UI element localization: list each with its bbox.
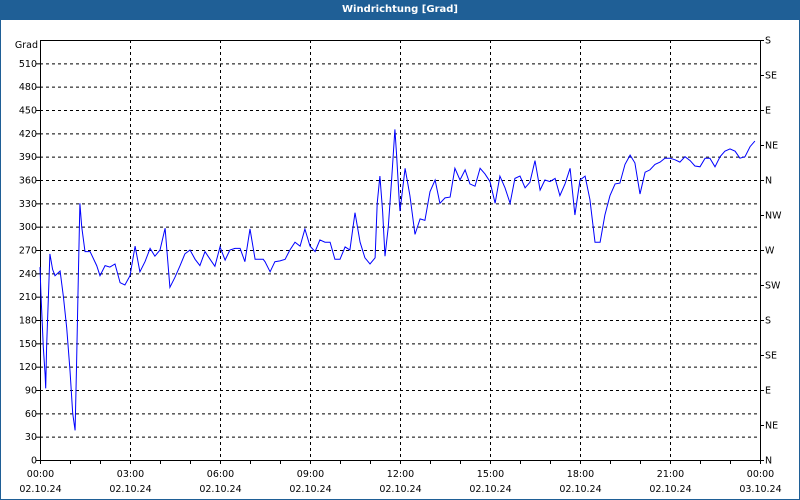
y-axis-label: Grad: [15, 40, 38, 51]
y-tick-label: 60: [25, 409, 37, 420]
right-tick-label: SE: [765, 71, 777, 82]
series-line-windrichtung: [39, 129, 756, 431]
y-tick-label: 180: [19, 316, 37, 327]
x-tick-date: 02.10.24: [199, 484, 241, 495]
y-tick-label: 480: [19, 82, 37, 93]
right-tick-label: NE: [765, 141, 778, 152]
y-tick-label: 30: [25, 432, 37, 443]
x-tick-date: 02.10.24: [19, 484, 61, 495]
right-tick-label: N: [765, 456, 772, 467]
right-tick-label: S: [765, 36, 771, 47]
y-tick-label: 270: [19, 246, 37, 257]
y-tick-label: 240: [19, 269, 37, 280]
right-tick-label: SW: [765, 281, 781, 292]
x-tick-date: 02.10.24: [469, 484, 511, 495]
y-tick-label: 420: [19, 129, 37, 140]
right-tick-label: NE: [765, 421, 778, 432]
x-tick-date: 02.10.24: [649, 484, 691, 495]
y-tick-label: 90: [25, 386, 37, 397]
x-tick-time: 18:00: [567, 469, 594, 480]
x-tick-time: 00:00: [747, 469, 774, 480]
x-tick-time: 21:00: [657, 469, 684, 480]
y-tick-label: 150: [19, 339, 37, 350]
x-tick-date: 02.10.24: [109, 484, 151, 495]
right-tick-label: SE: [765, 351, 777, 362]
right-tick-label: N: [765, 176, 772, 187]
x-tick-time: 00:00: [27, 469, 54, 480]
x-tick-date: 02.10.24: [379, 484, 421, 495]
right-tick-label: W: [765, 246, 775, 257]
y-tick-label: 360: [19, 176, 37, 187]
x-tick-time: 09:00: [297, 469, 324, 480]
right-tick-label: S: [765, 316, 771, 327]
x-tick-date: 02.10.24: [289, 484, 331, 495]
x-tick-time: 15:00: [477, 469, 504, 480]
y-tick-label: 210: [19, 292, 37, 303]
y-tick-label: 330: [19, 199, 37, 210]
y-tick-label: 120: [19, 362, 37, 373]
y-tick-label: 510: [19, 59, 37, 70]
x-tick-time: 12:00: [387, 469, 414, 480]
x-tick-time: 03:00: [117, 469, 144, 480]
y-tick-label: 300: [19, 222, 37, 233]
x-tick-date: 02.10.24: [559, 484, 601, 495]
right-tick-label: E: [765, 386, 771, 397]
y-tick-label: 390: [19, 152, 37, 163]
right-tick-label: NW: [765, 211, 782, 222]
y-tick-label: 0: [31, 456, 37, 467]
x-tick-time: 06:00: [207, 469, 234, 480]
x-tick-date: 03.10.24: [739, 484, 781, 495]
wind-direction-chart: Grad 0 30 60 90 120 150 180 210 240 270 300 330 360 3…: [15, 36, 782, 496]
right-tick-label: E: [765, 106, 771, 117]
y-tick-label: 450: [19, 106, 37, 117]
